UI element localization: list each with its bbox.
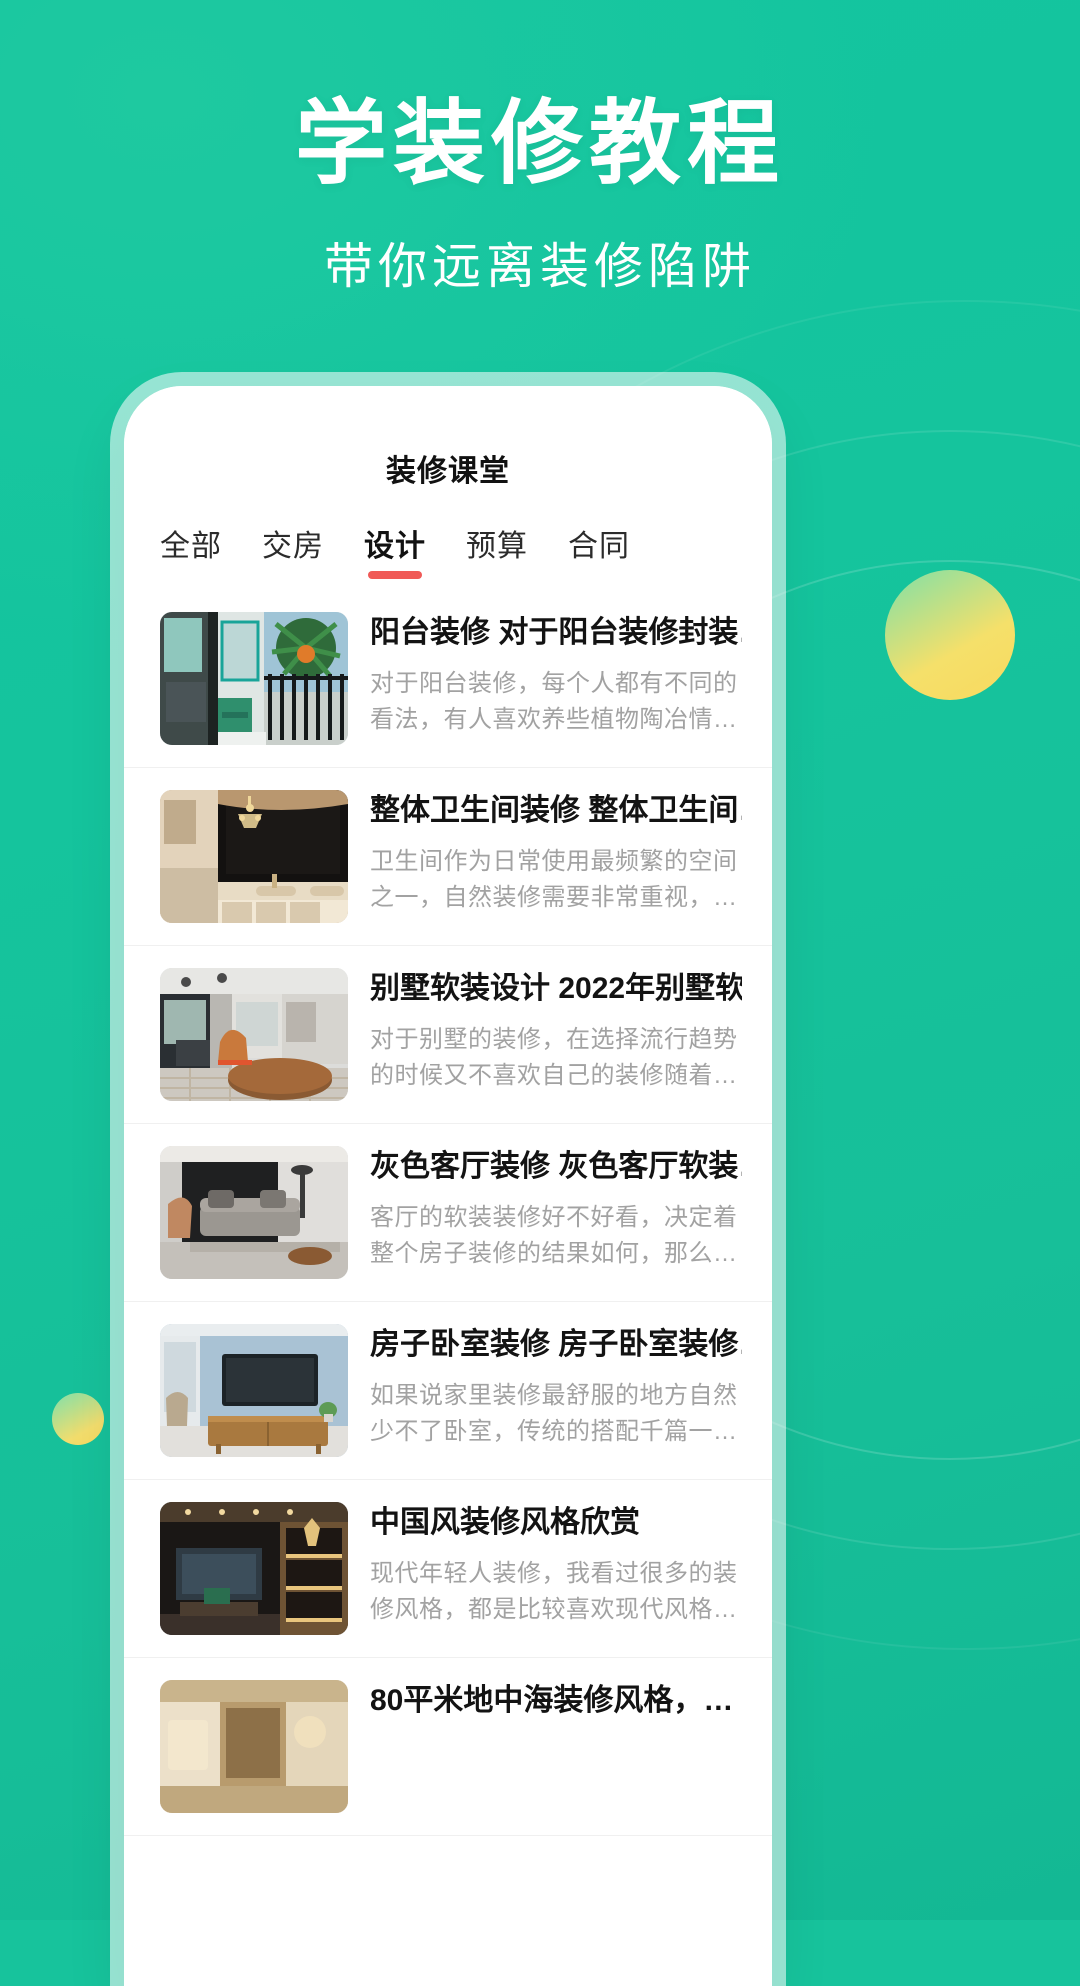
article-thumbnail-bedroom xyxy=(160,1324,348,1457)
article-thumbnail-villa xyxy=(160,968,348,1101)
article-title: 别墅软装设计 2022年别墅软… xyxy=(370,972,742,1005)
article-text: 房子卧室装修 房子卧室装修… 如果说家里装修最舒服的地方自然少不了卧室，传统的搭… xyxy=(370,1324,742,1450)
article-title: 中国风装修风格欣赏 xyxy=(370,1506,640,1539)
list-item[interactable]: 80平米地中海装修风格，… xyxy=(124,1658,772,1836)
list-item[interactable]: 灰色客厅装修 灰色客厅软装… 客厅的软装装修好不好看，决定着整个房子装修的结果如… xyxy=(124,1124,772,1302)
article-description: 卫生间作为日常使用最频繁的空间之一，自然装修需要非常重视，… xyxy=(370,847,738,911)
article-title: 80平米地中海装修风格，… xyxy=(370,1684,734,1717)
tab-active-indicator xyxy=(368,571,422,579)
article-thumbnail-balcony xyxy=(160,612,348,745)
article-thumbnail-bathroom xyxy=(160,790,348,923)
article-text: 中国风装修风格欣赏 现代年轻人装修，我看过很多的装修风格，都是比较喜欢现代风格… xyxy=(370,1502,742,1628)
article-description: 现代年轻人装修，我看过很多的装修风格，都是比较喜欢现代风格… xyxy=(370,1559,738,1623)
tab-label: 全部 xyxy=(160,530,222,563)
article-title: 整体卫生间装修 整体卫生间… xyxy=(370,794,742,827)
article-text: 阳台装修 对于阳台装修封装… 对于阳台装修，每个人都有不同的看法，有人喜欢养些植… xyxy=(370,612,742,738)
tab-handover[interactable]: 交房 xyxy=(262,521,324,579)
phone-screen: 装修课堂 全部 交房 设计 预算 合同 阳台装修 对于阳台装修封装… 对于阳台装… xyxy=(124,386,772,1986)
article-thumbnail-grey-living-room xyxy=(160,1146,348,1279)
list-item[interactable]: 整体卫生间装修 整体卫生间… 卫生间作为日常使用最频繁的空间之一，自然装修需要非… xyxy=(124,768,772,946)
article-description: 如果说家里装修最舒服的地方自然少不了卧室，传统的搭配千篇一… xyxy=(370,1381,738,1445)
article-title: 阳台装修 对于阳台装修封装… xyxy=(370,616,742,649)
article-text: 灰色客厅装修 灰色客厅软装… 客厅的软装装修好不好看，决定着整个房子装修的结果如… xyxy=(370,1146,742,1272)
article-description: 对于阳台装修，每个人都有不同的看法，有人喜欢养些植物陶冶情… xyxy=(370,669,738,733)
article-text: 整体卫生间装修 整体卫生间… 卫生间作为日常使用最频繁的空间之一，自然装修需要非… xyxy=(370,790,742,916)
app-header: 装修课堂 xyxy=(124,386,772,504)
article-list: 阳台装修 对于阳台装修封装… 对于阳台装修，每个人都有不同的看法，有人喜欢养些植… xyxy=(124,590,772,1836)
tab-label: 合同 xyxy=(568,530,630,563)
tab-all[interactable]: 全部 xyxy=(160,521,222,579)
article-description: 客厅的软装装修好不好看，决定着整个房子装修的结果如何，那么… xyxy=(370,1203,738,1267)
tab-design[interactable]: 设计 xyxy=(364,521,426,579)
tab-budget[interactable]: 预算 xyxy=(466,521,528,579)
tab-label: 设计 xyxy=(364,530,426,563)
phone-mockup: 装修课堂 全部 交房 设计 预算 合同 阳台装修 对于阳台装修封装… 对于阳台装… xyxy=(124,386,772,1986)
article-text: 别墅软装设计 2022年别墅软… 对于别墅的装修，在选择流行趋势的时候又不喜欢自… xyxy=(370,968,742,1094)
poster-subheadline: 带你远离装修陷阱 xyxy=(323,239,756,294)
decorative-dot-large xyxy=(885,570,1015,700)
tab-bar: 全部 交房 设计 预算 合同 xyxy=(124,504,772,590)
tab-label: 预算 xyxy=(466,530,528,563)
decorative-dot-small xyxy=(52,1393,104,1445)
list-item[interactable]: 阳台装修 对于阳台装修封装… 对于阳台装修，每个人都有不同的看法，有人喜欢养些植… xyxy=(124,590,772,768)
list-item[interactable]: 房子卧室装修 房子卧室装修… 如果说家里装修最舒服的地方自然少不了卧室，传统的搭… xyxy=(124,1302,772,1480)
poster-headline-block: 学装修教程 带你远离装修陷阱 xyxy=(0,0,1080,298)
article-thumbnail-mediterranean xyxy=(160,1680,348,1813)
article-text: 80平米地中海装修风格，… xyxy=(370,1680,742,1734)
list-item[interactable]: 中国风装修风格欣赏 现代年轻人装修，我看过很多的装修风格，都是比较喜欢现代风格… xyxy=(124,1480,772,1658)
article-title: 灰色客厅装修 灰色客厅软装… xyxy=(370,1150,742,1183)
poster-headline: 学装修教程 xyxy=(294,93,785,195)
tab-label: 交房 xyxy=(262,530,324,563)
list-item[interactable]: 别墅软装设计 2022年别墅软… 对于别墅的装修，在选择流行趋势的时候又不喜欢自… xyxy=(124,946,772,1124)
article-title: 房子卧室装修 房子卧室装修… xyxy=(370,1328,742,1361)
tab-contract[interactable]: 合同 xyxy=(568,521,630,579)
page-title: 装修课堂 xyxy=(386,455,510,488)
article-description: 对于别墅的装修，在选择流行趋势的时候又不喜欢自己的装修随着… xyxy=(370,1025,738,1089)
article-thumbnail-chinese-style xyxy=(160,1502,348,1635)
